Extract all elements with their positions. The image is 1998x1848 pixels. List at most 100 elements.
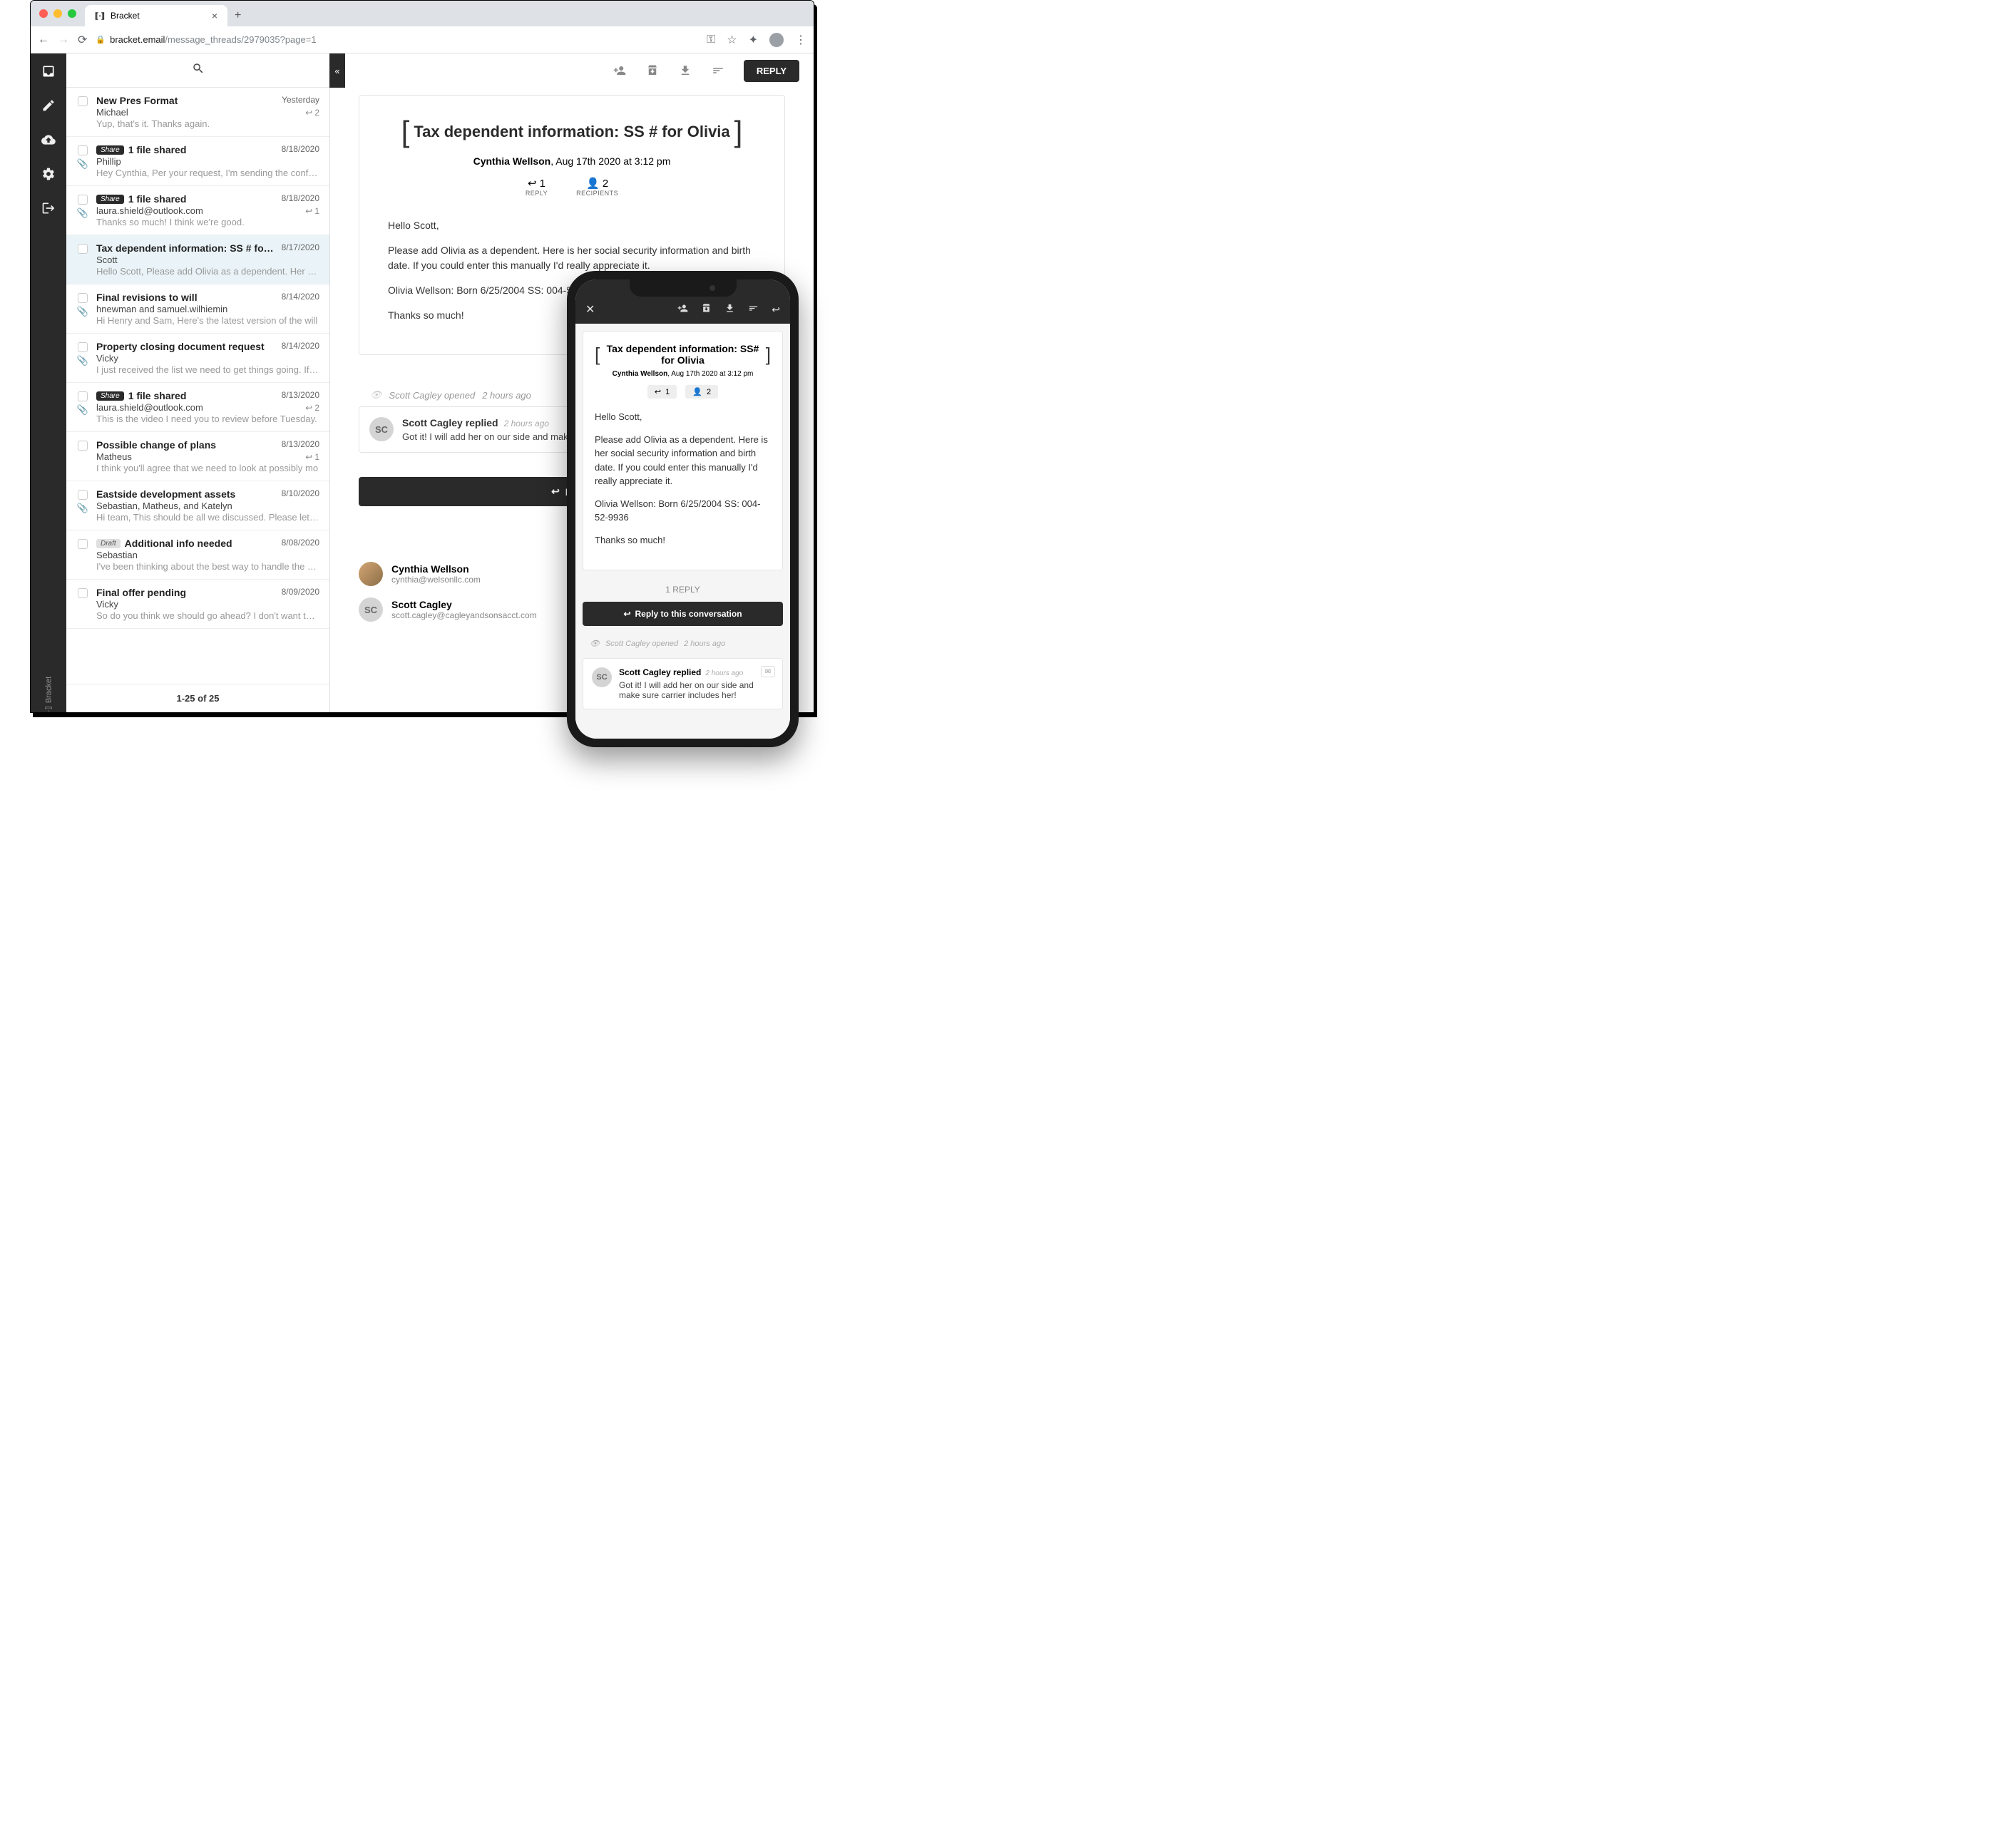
extensions-icon[interactable]: ✦ — [749, 33, 758, 47]
settings-icon[interactable] — [41, 166, 56, 182]
message-subject: 1 file shared — [128, 144, 187, 155]
message-checkbox[interactable] — [78, 391, 88, 401]
compose-icon[interactable] — [41, 98, 56, 113]
new-tab-button[interactable]: + — [227, 5, 248, 26]
kebab-menu-icon[interactable]: ⋮ — [795, 33, 806, 47]
phone-reply-card[interactable]: SC Scott Cagley replied 2 hours ago Got … — [583, 658, 783, 709]
attachment-icon: 📎 — [77, 404, 88, 416]
browser-tab[interactable]: ⟦∙⟧ Bracket × — [85, 5, 227, 26]
message-row[interactable]: 📎Final revisions to will8/14/2020hnewman… — [66, 284, 329, 334]
attachment-icon: 📎 — [77, 306, 88, 317]
message-checkbox[interactable] — [78, 96, 88, 106]
address-bar-row: ← → ⟳ 🔒 bracket.email/message_threads/29… — [31, 26, 814, 53]
message-preview: I just received the list we need to get … — [96, 364, 319, 375]
reply-arrow-icon: ↩ — [305, 403, 312, 413]
add-recipient-icon[interactable] — [613, 63, 627, 78]
logout-icon[interactable] — [41, 200, 56, 216]
message-checkbox[interactable] — [78, 490, 88, 500]
message-preview: So do you think we should go ahead? I do… — [96, 610, 319, 621]
stat-replies[interactable]: ↩1 REPLY — [526, 177, 548, 197]
message-checkbox[interactable] — [78, 342, 88, 352]
message-subject: Tax dependent information: SS # for Oliv… — [96, 242, 276, 254]
add-recipient-icon[interactable] — [677, 303, 688, 316]
phone-content[interactable]: [ Tax dependent information: SS# for Oli… — [575, 324, 790, 739]
message-row[interactable]: 📎Share1 file shared8/13/2020laura.shield… — [66, 383, 329, 432]
close-window-button[interactable] — [39, 9, 48, 18]
address-bar[interactable]: 🔒 bracket.email/message_threads/2979035?… — [96, 34, 698, 45]
message-row[interactable]: DraftAdditional info needed8/08/2020Seba… — [66, 530, 329, 580]
reply-author: Scott Cagley replied — [402, 417, 498, 428]
message-date: 8/09/2020 — [282, 587, 319, 597]
message-checkbox[interactable] — [78, 539, 88, 549]
close-tab-icon[interactable]: × — [212, 10, 217, 21]
bracket-right-icon: ] — [766, 344, 771, 366]
search-icon[interactable] — [192, 62, 205, 78]
message-date: 8/17/2020 — [282, 242, 319, 252]
message-from: Sebastian, Matheus, and Katelyn — [96, 500, 232, 511]
download-icon[interactable] — [724, 303, 735, 316]
avatar: SC — [359, 597, 383, 622]
message-checkbox[interactable] — [78, 441, 88, 451]
phone-stat-replies[interactable]: ↩1 — [647, 385, 677, 399]
message-row[interactable]: Final offer pending8/09/2020VickySo do y… — [66, 580, 329, 629]
window-controls[interactable] — [39, 9, 76, 18]
phone-reply-button[interactable]: ↩ Reply to this conversation — [583, 602, 783, 626]
download-icon[interactable] — [678, 63, 692, 78]
phone-stat-recipients[interactable]: 👤2 — [685, 385, 718, 399]
forward-button[interactable]: → — [58, 34, 69, 46]
close-icon[interactable]: ✕ — [585, 302, 595, 317]
key-icon[interactable]: ⚿ — [707, 34, 715, 46]
cloud-upload-icon[interactable] — [41, 132, 56, 148]
inbox-icon[interactable] — [41, 63, 56, 79]
profile-icon[interactable] — [769, 33, 784, 47]
attachment-icon: 📎 — [77, 158, 88, 170]
message-title: Tax dependent information: SS # for Oliv… — [414, 123, 729, 141]
message-row[interactable]: New Pres FormatYesterdayMichael↩2Yup, th… — [66, 88, 329, 137]
attachment-icon: 📎 — [77, 503, 88, 514]
reply-time: 2 hours ago — [705, 669, 743, 677]
message-from: laura.shield@outlook.com — [96, 205, 203, 216]
message-subject: 1 file shared — [128, 390, 187, 401]
message-row[interactable]: 📎Eastside development assets8/10/2020Seb… — [66, 481, 329, 530]
message-checkbox[interactable] — [78, 195, 88, 205]
message-from: Scott — [96, 255, 118, 265]
archive-icon[interactable] — [645, 63, 660, 78]
archive-icon[interactable] — [701, 303, 712, 316]
phone-notch — [630, 279, 737, 297]
reply-button[interactable]: REPLY — [744, 60, 799, 82]
message-checkbox[interactable] — [78, 293, 88, 303]
star-icon[interactable]: ☆ — [727, 33, 737, 47]
message-date: 8/13/2020 — [282, 390, 319, 400]
stat-recipients[interactable]: 👤2 RECIPIENTS — [576, 177, 618, 197]
minimize-window-button[interactable] — [53, 9, 62, 18]
sender-name: Cynthia Wellson — [473, 155, 551, 167]
reload-button[interactable]: ⟳ — [78, 33, 87, 47]
maximize-window-button[interactable] — [68, 9, 76, 18]
message-date: 8/10/2020 — [282, 488, 319, 498]
message-list[interactable]: New Pres FormatYesterdayMichael↩2Yup, th… — [66, 88, 329, 684]
avatar — [359, 562, 383, 586]
message-row[interactable]: Possible change of plans8/13/2020Matheus… — [66, 432, 329, 481]
message-checkbox[interactable] — [78, 244, 88, 254]
phone-body: Hello Scott, Please add Olivia as a depe… — [595, 410, 771, 547]
message-checkbox[interactable] — [78, 588, 88, 598]
reply-icon[interactable]: ↩ — [772, 304, 780, 316]
sent-at: , Aug 17th 2020 at 3:12 pm — [550, 155, 670, 167]
sidebar: ⟦∙⟧Bracket — [31, 53, 66, 712]
back-button[interactable]: ← — [38, 34, 49, 46]
filter-icon[interactable] — [748, 303, 759, 316]
bracket-right-icon: ] — [734, 117, 743, 147]
reply-count: ↩2 — [305, 403, 319, 413]
message-checkbox[interactable] — [78, 145, 88, 155]
message-row[interactable]: 📎Property closing document request8/14/2… — [66, 334, 329, 383]
recipient-name: Scott Cagley — [391, 599, 537, 610]
mark-read-icon[interactable]: ✉ — [761, 666, 775, 677]
filter-icon[interactable] — [711, 63, 725, 78]
message-row[interactable]: Tax dependent information: SS # for Oliv… — [66, 235, 329, 284]
message-row[interactable]: 📎Share1 file shared8/18/2020laura.shield… — [66, 186, 329, 235]
favicon-icon: ⟦∙⟧ — [95, 11, 105, 21]
message-row[interactable]: 📎Share1 file shared8/18/2020PhillipHey C… — [66, 137, 329, 186]
message-from: Vicky — [96, 599, 118, 610]
url-host: bracket.email — [110, 34, 165, 45]
tab-title: Bracket — [111, 11, 140, 21]
